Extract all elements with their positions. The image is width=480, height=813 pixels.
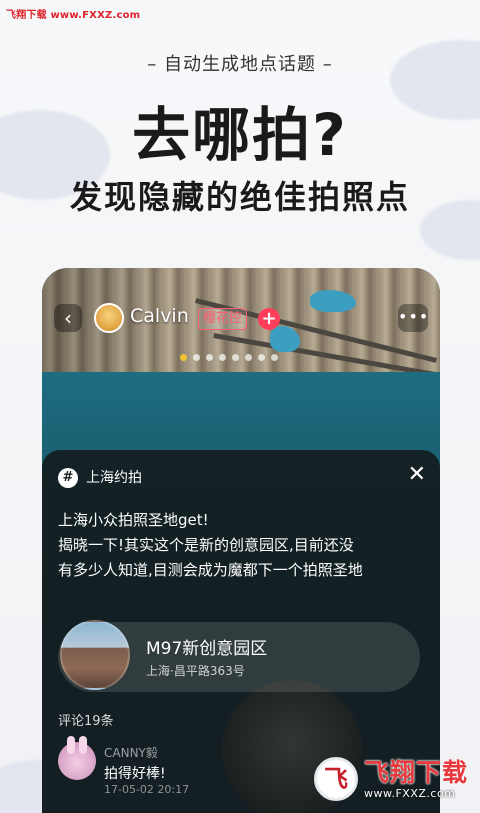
hero-subtitle: – 自动生成地点话题 – bbox=[147, 54, 333, 75]
username[interactable]: Calvin bbox=[130, 305, 189, 327]
watermark-text-block: 飞翔下载 www.FXXZ.com bbox=[364, 757, 469, 800]
carousel-dot[interactable] bbox=[206, 354, 213, 361]
location-address: 上海·昌平路363号 bbox=[146, 664, 245, 678]
more-button[interactable]: ••• bbox=[398, 304, 428, 332]
commenter-name[interactable]: CANNY毅 bbox=[104, 744, 158, 761]
photo-shoe bbox=[310, 290, 356, 312]
post-text: 上海小众拍照圣地get! 揭晓一下!其实这个是新的创意园区,目前还没 有多少人知… bbox=[58, 508, 428, 583]
avatar[interactable] bbox=[94, 303, 124, 333]
watermark-logo-icon: 飞 bbox=[314, 757, 358, 801]
watermark-url: www.FXXZ.com bbox=[364, 786, 456, 800]
commenter-avatar[interactable] bbox=[58, 736, 96, 780]
back-button[interactable]: ‹ bbox=[54, 304, 82, 332]
topic-label[interactable]: 上海约拍 bbox=[86, 468, 142, 488]
hero-tagline: 发现隐藏的绝佳拍照点 bbox=[69, 178, 410, 216]
carousel-dot[interactable] bbox=[258, 354, 265, 361]
carousel-dot[interactable] bbox=[193, 354, 200, 361]
carousel-dot[interactable] bbox=[219, 354, 226, 361]
watermark-badge: 飞 飞翔下载 www.FXXZ.com bbox=[314, 751, 472, 807]
hashtag-icon: # bbox=[58, 468, 78, 488]
follow-button[interactable]: + bbox=[258, 308, 280, 330]
comment-text: 拍得好棒! bbox=[104, 766, 166, 782]
carousel-dot[interactable] bbox=[232, 354, 239, 361]
comment-count[interactable]: 评论19条 bbox=[58, 710, 114, 729]
photo-shoe bbox=[270, 326, 300, 352]
post-line: 揭晓一下!其实这个是新的创意园区,目前还没 bbox=[58, 536, 354, 554]
close-icon[interactable]: ✕ bbox=[408, 462, 426, 487]
user-tag-badge: 樱花控 bbox=[198, 308, 248, 330]
post-line: 有多少人知道,目测会成为魔都下一个拍照圣地 bbox=[58, 561, 363, 579]
comment-time: 17-05-02 20:17 bbox=[104, 783, 190, 796]
carousel-dot[interactable] bbox=[271, 354, 278, 361]
carousel-indicator[interactable] bbox=[180, 354, 278, 361]
post-line: 上海小众拍照圣地get! bbox=[58, 511, 209, 529]
location-name: M97新创意园区 bbox=[146, 639, 268, 659]
app-promo-page: 飞翔下载 www.FXXZ.com – 自动生成地点话题 – 去哪拍? 发现隐藏… bbox=[0, 0, 480, 813]
carousel-dot[interactable] bbox=[245, 354, 252, 361]
hero-title: 去哪拍? bbox=[132, 101, 348, 169]
location-thumbnail bbox=[60, 620, 130, 690]
watermark-text: 飞翔下载 www.FXXZ.com bbox=[6, 10, 141, 21]
watermark-brand: 飞翔下载 bbox=[364, 757, 469, 787]
location-card[interactable]: M97新创意园区 上海·昌平路363号 bbox=[58, 620, 420, 692]
carousel-dot[interactable] bbox=[180, 354, 187, 361]
